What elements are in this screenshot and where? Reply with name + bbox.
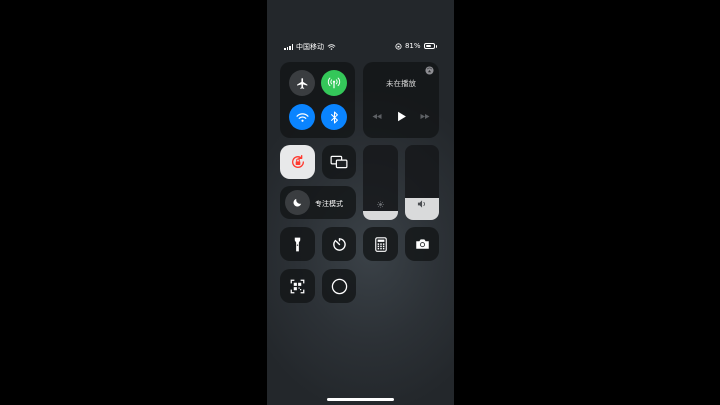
status-bar: 中国移动 81% <box>267 40 454 54</box>
control-center: 中国移动 81% 未在播放 专注模式 <box>267 0 454 405</box>
camera-icon <box>415 239 429 249</box>
flashlight-icon <box>294 237 301 251</box>
status-right: 81% <box>395 42 437 50</box>
screen-mirroring-button[interactable] <box>322 145 356 179</box>
brightness-level <box>363 211 398 220</box>
signal-icon <box>284 44 293 50</box>
now-playing-title: 未在播放 <box>386 79 416 88</box>
qr-code-scanner-button[interactable] <box>280 269 315 303</box>
screen-recording-icon <box>331 278 347 294</box>
bluetooth-button[interactable] <box>321 104 347 130</box>
screen-recording-button[interactable] <box>322 269 356 303</box>
focus-mode-button[interactable]: 专注模式 <box>280 186 356 219</box>
airplane-mode-button[interactable] <box>289 70 315 96</box>
airplane-icon <box>296 77 307 89</box>
brightness-slider[interactable] <box>363 145 398 220</box>
timer-button[interactable] <box>322 227 356 261</box>
volume-slider[interactable] <box>405 145 439 220</box>
focus-mode-label: 专注模式 <box>315 200 343 208</box>
bluetooth-icon <box>330 110 338 124</box>
calculator-icon <box>374 236 387 252</box>
fast-forward-icon[interactable] <box>420 113 430 120</box>
camera-button[interactable] <box>405 227 439 261</box>
now-playing-module[interactable]: 未在播放 <box>363 62 439 138</box>
antenna-icon <box>327 77 341 89</box>
focus-icon-circle <box>285 190 310 215</box>
qr-code-scanner-icon <box>290 279 305 293</box>
connectivity-module <box>280 62 355 138</box>
speaker-icon <box>417 200 425 208</box>
timer-icon <box>332 237 346 251</box>
cellular-data-button[interactable] <box>321 70 347 96</box>
orientation-lock-icon <box>291 155 304 168</box>
sun-icon <box>377 201 384 208</box>
orientation-lock-button[interactable] <box>280 145 315 179</box>
flashlight-button[interactable] <box>280 227 315 261</box>
battery-icon <box>423 43 435 49</box>
status-left: 中国移动 <box>284 42 336 52</box>
battery-percent: 81% <box>404 42 421 50</box>
airplay-icon[interactable] <box>425 66 434 75</box>
moon-icon <box>293 198 302 207</box>
wifi-icon <box>295 112 309 122</box>
rewind-icon[interactable] <box>372 113 382 120</box>
calculator-button[interactable] <box>363 227 398 261</box>
orientation-lock-status-icon <box>395 42 402 50</box>
home-indicator[interactable] <box>327 398 394 401</box>
wifi-button[interactable] <box>289 104 315 130</box>
wifi-status-icon <box>327 44 336 50</box>
carrier-label: 中国移动 <box>296 43 324 51</box>
play-icon[interactable] <box>397 111 407 122</box>
screen-mirroring-icon <box>330 155 348 169</box>
